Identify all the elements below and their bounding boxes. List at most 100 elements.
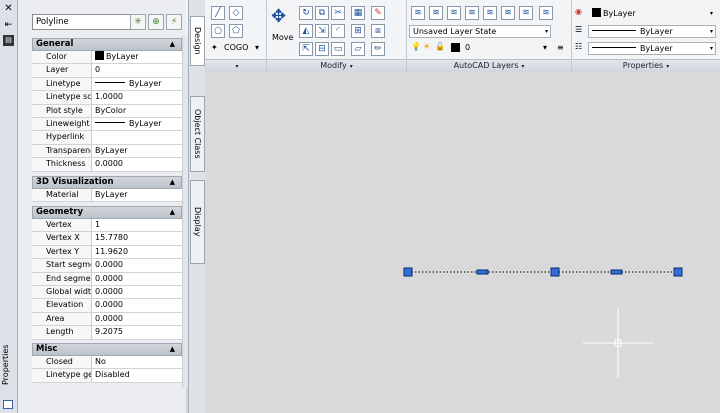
palette-options-icon[interactable] — [3, 400, 13, 409]
prop-value[interactable]: ByLayer — [92, 189, 182, 201]
quick-select-icon[interactable]: ⚡ — [166, 14, 182, 30]
prop-value[interactable]: ByLayer — [92, 78, 182, 90]
explode-icon[interactable]: ⊞ — [351, 24, 365, 38]
move-icon[interactable]: ✥ — [271, 6, 286, 27]
prop-value[interactable] — [92, 131, 182, 143]
prop-row-vertex-x[interactable]: Vertex X 15.7780 — [32, 232, 182, 246]
collapse-icon[interactable]: ▲ — [170, 177, 175, 188]
lineweight-dropdown[interactable]: ByLayer ▾ — [588, 25, 716, 38]
current-layer-name[interactable]: 0 — [465, 43, 470, 52]
join-icon[interactable]: ▭ — [331, 42, 345, 56]
panel-expand-icon[interactable]: ▾ — [235, 63, 238, 70]
palette-menu-icon[interactable]: ▤ — [3, 35, 14, 46]
cogo-icon[interactable]: ✦ — [211, 43, 218, 52]
cogo-label[interactable]: COGO — [224, 43, 248, 52]
properties-panel-title[interactable]: Properties ▾ — [572, 59, 720, 72]
tab-object-class[interactable]: Object Class — [190, 96, 205, 172]
layers-expand-icon[interactable]: ▾ — [521, 63, 524, 70]
layer-extra-icon[interactable]: ≡ — [557, 43, 564, 52]
prop-value[interactable]: ByLayer — [92, 51, 182, 63]
stretch-icon[interactable]: ⇲ — [315, 24, 329, 38]
layer-prev-icon[interactable]: ≋ — [447, 6, 461, 20]
chamfer-icon[interactable]: ▱ — [351, 42, 365, 56]
prop-row-start-segment-width[interactable]: Start segmen…0.0000 — [32, 259, 182, 273]
drawing-canvas[interactable] — [205, 72, 720, 413]
prop-row-closed[interactable]: Closed No — [32, 356, 182, 370]
prop-value[interactable]: 0.0000 — [92, 313, 182, 325]
prop-value[interactable]: 11.9620 — [92, 246, 182, 258]
modify-expand-icon[interactable]: ▾ — [350, 63, 353, 70]
prop-row-hyperlink[interactable]: Hyperlink — [32, 131, 182, 145]
lineweight-icon[interactable]: ☰ — [575, 25, 582, 34]
layer-lock-icon[interactable]: ≋ — [539, 6, 553, 20]
tab-design[interactable]: Design — [190, 16, 205, 66]
prop-row-elevation[interactable]: Elevation 0.0000 — [32, 299, 182, 313]
prop-value[interactable]: Disabled — [92, 369, 182, 381]
prop-value[interactable]: ByColor — [92, 105, 182, 117]
object-type-select[interactable]: Polyline ▾ — [32, 14, 144, 30]
rotate-icon[interactable]: ↻ — [299, 6, 313, 20]
close-icon[interactable]: ✕ — [3, 4, 14, 15]
fillet-icon[interactable]: ◜ — [331, 24, 345, 38]
cogo-dropdown-icon[interactable]: ▾ — [255, 43, 259, 52]
layers-panel-title[interactable]: AutoCAD Layers ▾ — [407, 59, 571, 72]
layer-match-icon[interactable]: ≋ — [429, 6, 443, 20]
diamond-tool-icon[interactable]: ◇ — [229, 6, 243, 20]
mirror-icon[interactable]: ◭ — [299, 24, 313, 38]
edit-pencil-icon[interactable]: ✏ — [371, 42, 385, 56]
prop-row-material[interactable]: Material ByLayer — [32, 189, 182, 203]
properties-expand-icon[interactable]: ▾ — [666, 63, 669, 70]
prop-value[interactable]: 15.7780 — [92, 232, 182, 244]
line-tool-icon[interactable]: ╱ — [211, 6, 225, 20]
unlock-icon[interactable]: 🔓 — [435, 42, 445, 51]
layer-properties-icon[interactable]: ≋ — [411, 6, 425, 20]
layer-state-dropdown[interactable]: Unsaved Layer State ▾ — [409, 25, 551, 38]
modify-panel-title[interactable]: Modify ▾ — [267, 59, 406, 72]
circle-tool-icon[interactable]: ○ — [211, 24, 225, 38]
prop-row-length[interactable]: Length 9.2075 — [32, 326, 182, 340]
prop-value[interactable]: 0.0000 — [92, 299, 182, 311]
prop-row-global-width[interactable]: Global width 0.0000 — [32, 285, 182, 300]
prop-value[interactable]: ByLayer — [92, 145, 182, 157]
prop-value[interactable]: 9.2075 — [92, 326, 182, 338]
prop-row-area[interactable]: Area 0.0000 — [32, 312, 182, 327]
layer-iso-icon[interactable]: ≋ — [465, 6, 479, 20]
prop-row-lineweight[interactable]: Lineweight ByLayer — [32, 117, 182, 132]
collapse-icon[interactable]: ▲ — [170, 39, 175, 50]
collapse-icon[interactable]: ▲ — [170, 207, 175, 218]
select-objects-icon[interactable]: ⊕ — [148, 14, 164, 30]
prop-value[interactable]: No — [92, 356, 182, 368]
prop-row-linetype[interactable]: Linetype ByLayer — [32, 77, 182, 92]
prop-row-vertex[interactable]: Vertex 1 — [32, 219, 182, 233]
prop-row-layer[interactable]: Layer 0 — [32, 64, 182, 78]
prop-value[interactable]: 1 — [92, 219, 182, 231]
prop-row-plot-style[interactable]: Plot style ByColor — [32, 104, 182, 118]
prop-row-linetype-generation[interactable]: Linetype gen…Disabled — [32, 369, 182, 383]
prop-value[interactable]: 0.0000 — [92, 158, 182, 170]
prop-value[interactable]: 0.0000 — [92, 286, 182, 298]
erase-icon[interactable]: ✎ — [371, 6, 385, 20]
section-header-misc[interactable]: Misc ▲ — [32, 343, 182, 356]
section-header-geometry[interactable]: Geometry ▲ — [32, 206, 182, 219]
prop-value[interactable]: ByLayer — [92, 118, 182, 130]
polygon-tool-icon[interactable]: ⬠ — [229, 24, 243, 38]
section-header-general[interactable]: General ▲ — [32, 38, 182, 51]
layer-freeze-icon[interactable]: ≋ — [501, 6, 515, 20]
section-header-3d-visualization[interactable]: 3D Visualization ▲ — [32, 176, 182, 189]
tab-display[interactable]: Display — [190, 180, 205, 264]
sun-icon[interactable]: ☀ — [423, 42, 430, 51]
prop-row-vertex-y[interactable]: Vertex Y 11.9620 — [32, 245, 182, 260]
prop-value[interactable]: 1.0000 — [92, 91, 182, 103]
prop-value[interactable]: 0.0000 — [92, 259, 182, 271]
prop-row-thickness[interactable]: Thickness 0.0000 — [32, 158, 182, 172]
copy-icon[interactable]: ⧉ — [315, 6, 329, 20]
move-label[interactable]: Move — [272, 33, 293, 42]
draw-panel-title[interactable]: ▾ — [205, 59, 266, 72]
current-layer-dropdown-icon[interactable]: ▾ — [543, 43, 547, 52]
color-dropdown[interactable]: ByLayer ▾ — [588, 7, 716, 20]
palette-titlebar[interactable]: ✕ ⇤ ▤ Properties — [0, 0, 18, 413]
collapse-icon[interactable]: ▲ — [170, 344, 175, 355]
layer-unisolate-icon[interactable]: ≋ — [483, 6, 497, 20]
color-wheel-icon[interactable]: ◉ — [575, 7, 582, 16]
toggle-pickadd-icon[interactable]: ✳ — [130, 14, 146, 30]
